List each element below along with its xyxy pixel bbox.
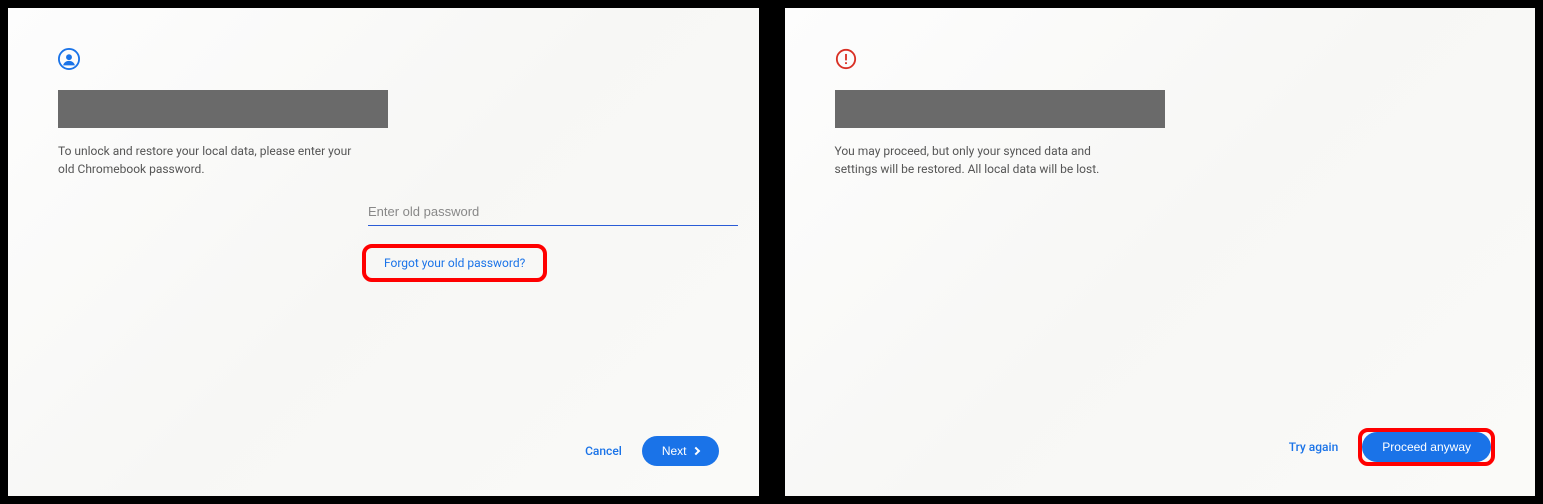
old-password-input[interactable] [368,198,738,226]
redacted-title [835,90,1165,128]
next-button-label: Next [662,444,687,458]
proceed-button-highlight: Proceed anyway [1358,428,1495,466]
password-input-row [368,198,738,226]
footer-actions: Cancel Next [585,436,718,466]
forgot-password-highlight: Forgot your old password? [362,244,547,282]
footer-actions: Try again Proceed anyway [1289,428,1495,466]
proceed-button-label: Proceed anyway [1382,440,1471,454]
proceed-anyway-button[interactable]: Proceed anyway [1362,432,1491,462]
screen-content: To unlock and restore your local data, p… [8,8,759,496]
screen-content: You may proceed, but only your synced da… [785,8,1536,496]
screen-proceed-warning: You may proceed, but only your synced da… [777,0,1543,504]
account-icon [58,48,80,70]
forgot-password-link[interactable]: Forgot your old password? [366,248,543,278]
screen-unlock-restore: To unlock and restore your local data, p… [0,0,767,504]
cancel-button[interactable]: Cancel [585,444,622,458]
warning-instruction-text: You may proceed, but only your synced da… [835,142,1135,178]
chevron-right-icon [691,447,699,455]
warning-icon [835,48,857,70]
redacted-title [58,90,388,128]
unlock-instruction-text: To unlock and restore your local data, p… [58,142,358,178]
next-button[interactable]: Next [642,436,719,466]
try-again-button[interactable]: Try again [1289,440,1339,454]
